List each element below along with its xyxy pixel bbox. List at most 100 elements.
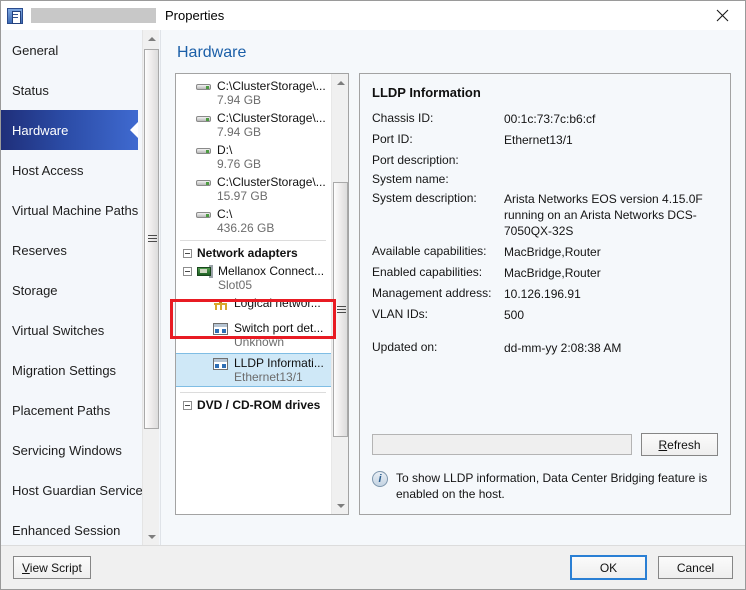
nav-label: Reserves — [12, 243, 67, 258]
scrollbar-grip-icon — [337, 306, 346, 314]
cancel-button[interactable]: Cancel — [658, 556, 733, 579]
disk-path: C:\ClusterStorage\... — [217, 175, 326, 189]
dialog-body: General Status Hardware Host Access Virt… — [1, 30, 745, 545]
scroll-down-icon[interactable] — [143, 528, 160, 545]
tree-group-dvd-cdrom-drives[interactable]: DVD / CD-ROM drives — [176, 396, 332, 414]
field-value: Arista Networks EOS version 4.15.0F runn… — [504, 191, 709, 239]
tree-item-text: C:\ClusterStorage\... 7.94 GB — [217, 111, 326, 139]
sidebar-item-status[interactable]: Status — [1, 70, 138, 110]
scroll-up-icon[interactable] — [332, 74, 349, 91]
device-tree-items: C:\ClusterStorage\... 7.94 GB C:\Cluster… — [176, 74, 332, 414]
page-title: Hardware — [177, 44, 731, 62]
refresh-label-rest: efresh — [667, 438, 700, 452]
scroll-down-icon[interactable] — [332, 497, 349, 514]
tree-item-disk[interactable]: C:\ 436.26 GB — [176, 205, 332, 237]
view-script-button[interactable]: View Script — [13, 556, 91, 579]
refresh-button[interactable]: Refresh — [641, 433, 718, 456]
disk-path: C:\ClusterStorage\... — [217, 111, 326, 125]
sidebar-item-placement-paths[interactable]: Placement Paths — [1, 390, 138, 430]
lldp-icon — [213, 357, 229, 371]
details-spacer — [372, 361, 718, 433]
detail-row-vlan-ids: VLAN IDs: 500 — [372, 307, 718, 323]
close-icon — [716, 9, 729, 22]
field-value: Ethernet13/1 — [504, 132, 573, 148]
app-icon — [7, 8, 23, 24]
titlebar: Properties — [1, 1, 745, 30]
disk-icon — [196, 112, 212, 126]
sidebar-item-virtual-machine-paths[interactable]: Virtual Machine Paths — [1, 190, 138, 230]
window-title: Properties — [165, 8, 224, 23]
switch-port-icon — [213, 322, 229, 336]
detail-row-management-address: Management address: 10.126.196.91 — [372, 286, 718, 302]
disk-size: 436.26 GB — [217, 221, 274, 235]
collapse-icon[interactable] — [183, 401, 192, 410]
lldp-label: LLDP Informati... — [234, 356, 324, 370]
collapse-icon[interactable] — [183, 267, 192, 276]
tree-item-switch-port-details[interactable]: Switch port det... Unknown — [176, 319, 332, 351]
field-value: MacBridge,Router — [504, 244, 601, 260]
tree-scrollbar[interactable] — [331, 74, 348, 514]
nav-label: General — [12, 43, 58, 58]
detail-row-port-id: Port ID: Ethernet13/1 — [372, 132, 718, 148]
sidebar-item-migration-settings[interactable]: Migration Settings — [1, 350, 138, 390]
logical-network-icon — [213, 297, 229, 311]
redacted-host-name — [31, 8, 156, 23]
sidebar-item-host-access[interactable]: Host Access — [1, 150, 138, 190]
nav-label: Host Guardian Service — [12, 483, 143, 498]
sidebar-item-storage[interactable]: Storage — [1, 270, 138, 310]
tree-item-logical-network[interactable]: Logical networ... — [176, 294, 332, 313]
scroll-up-icon[interactable] — [143, 30, 160, 47]
field-value: 500 — [504, 307, 524, 323]
disk-size: 7.94 GB — [217, 125, 326, 139]
field-label: System name: — [372, 172, 504, 186]
tree-item-network-adapter[interactable]: Mellanox Connect... Slot05 — [176, 262, 332, 294]
nav-label: Migration Settings — [12, 363, 116, 378]
disk-size: 7.94 GB — [217, 93, 326, 107]
sidebar-item-host-guardian-service[interactable]: Host Guardian Service — [1, 470, 138, 510]
tree-item-text: D:\ 9.76 GB — [217, 143, 261, 171]
field-label: Port description: — [372, 153, 504, 167]
info-icon: i — [372, 471, 388, 487]
tree-item-disk[interactable]: C:\ClusterStorage\... 7.94 GB — [176, 109, 332, 141]
nav-scrollbar-thumb[interactable] — [144, 49, 159, 429]
field-label: System description: — [372, 191, 504, 239]
properties-dialog: Properties General Status Hardware Host … — [0, 0, 746, 590]
tree-item-text: DVD / CD-ROM drives — [197, 398, 320, 412]
field-label: Port ID: — [372, 132, 504, 148]
sidebar-item-reserves[interactable]: Reserves — [1, 230, 138, 270]
field-value: 00:1c:73:7c:b6:cf — [504, 111, 595, 127]
adapter-name: Mellanox Connect... — [218, 264, 324, 278]
adapter-slot: Slot05 — [218, 278, 324, 292]
tree-item-disk[interactable]: D:\ 9.76 GB — [176, 141, 332, 173]
tree-item-disk[interactable]: C:\ClusterStorage\... 7.94 GB — [176, 77, 332, 109]
tree-item-text: Switch port det... Unknown — [234, 321, 323, 349]
detail-row-system-description: System description: Arista Networks EOS … — [372, 191, 718, 239]
sidebar-item-virtual-switches[interactable]: Virtual Switches — [1, 310, 138, 350]
field-label: Management address: — [372, 286, 504, 302]
field-label: Available capabilities: — [372, 244, 504, 260]
tree-item-lldp-information[interactable]: LLDP Informati... Ethernet13/1 — [176, 354, 332, 386]
sidebar-item-hardware[interactable]: Hardware — [1, 110, 138, 150]
sidebar-item-general[interactable]: General — [1, 30, 138, 70]
network-card-icon — [197, 265, 213, 279]
detail-row-updated-on: Updated on: dd-mm-yy 2:08:38 AM — [372, 340, 718, 356]
tree-group-network-adapters[interactable]: Network adapters — [176, 244, 332, 262]
ok-button[interactable]: OK — [571, 556, 646, 579]
nav-scrollbar[interactable] — [142, 30, 159, 545]
details-title: LLDP Information — [372, 85, 718, 100]
settings-nav: General Status Hardware Host Access Virt… — [1, 30, 161, 545]
field-label: Enabled capabilities: — [372, 265, 504, 281]
refresh-row: Refresh — [372, 433, 718, 456]
detail-row-chassis-id: Chassis ID: 00:1c:73:7c:b6:cf — [372, 111, 718, 127]
sidebar-item-enhanced-session[interactable]: Enhanced Session — [1, 510, 138, 545]
refresh-status-input[interactable] — [372, 434, 632, 455]
tree-item-disk[interactable]: C:\ClusterStorage\... 15.97 GB — [176, 173, 332, 205]
group-label: DVD / CD-ROM drives — [197, 398, 320, 412]
close-button[interactable] — [700, 1, 745, 30]
collapse-icon[interactable] — [183, 249, 192, 258]
sidebar-item-servicing-windows[interactable]: Servicing Windows — [1, 430, 138, 470]
nav-label: Hardware — [12, 123, 68, 138]
disk-size: 15.97 GB — [217, 189, 326, 203]
detail-row-available-capabilities: Available capabilities: MacBridge,Router — [372, 244, 718, 260]
tree-scrollbar-thumb[interactable] — [333, 182, 348, 437]
